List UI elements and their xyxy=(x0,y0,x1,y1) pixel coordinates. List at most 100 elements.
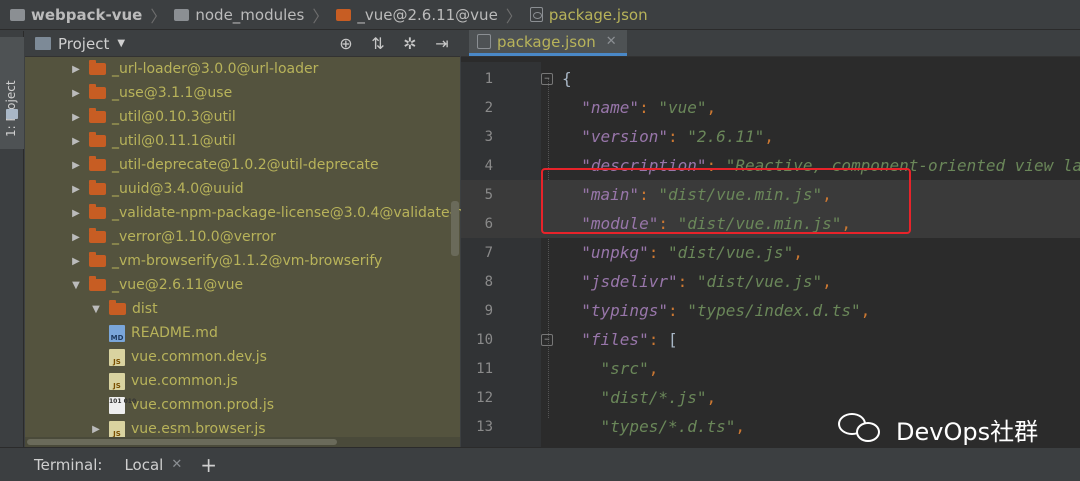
code-line[interactable]: 12 "dist/*.js", xyxy=(461,383,1080,412)
breadcrumb-vue[interactable]: _vue@2.6.11@vue xyxy=(336,5,498,24)
code-text: "files": [ xyxy=(581,330,678,349)
breadcrumb-node-modules[interactable]: node_modules xyxy=(174,6,304,24)
line-number: 12 xyxy=(476,389,493,406)
code-line[interactable]: 2 "name": "vue", xyxy=(461,93,1080,122)
tree-folder-item[interactable]: ▶ _util@0.10.3@util xyxy=(25,105,236,129)
chevron-right-icon[interactable]: ▶ xyxy=(69,88,83,99)
code-text: { xyxy=(562,69,572,88)
tree-folder-item[interactable]: ▼ _vue@2.6.11@vue xyxy=(25,273,243,297)
tree-item-label: _vue@2.6.11@vue xyxy=(112,277,244,293)
code-line[interactable]: 3 "version": "2.6.11", xyxy=(461,122,1080,151)
crosshair-icon[interactable]: ⊕ xyxy=(336,34,356,53)
chevron-right-icon[interactable]: ▶ xyxy=(69,256,83,267)
code-line[interactable]: 1 {− xyxy=(461,64,1080,93)
code-line[interactable]: 9 "typings": "types/index.d.ts", xyxy=(461,296,1080,325)
chevron-right-icon[interactable]: ▶ xyxy=(69,208,83,219)
highlight-annotation-box xyxy=(541,168,911,234)
line-number: 11 xyxy=(476,360,493,377)
code-text: "name": "vue", xyxy=(581,98,717,117)
project-panel-tools: ⊕ ⇅ ✲ ⇥ xyxy=(336,34,452,53)
line-number: 9 xyxy=(484,302,493,319)
tree-file-item[interactable]: JS vue.common.js xyxy=(25,369,238,393)
chevron-right-icon[interactable]: ▶ xyxy=(69,232,83,243)
tree-item-label: vue.common.prod.js xyxy=(131,397,275,413)
folder-icon xyxy=(89,108,106,123)
md-file-icon: MD xyxy=(109,324,125,342)
chevron-right-icon[interactable]: ▶ xyxy=(69,64,83,75)
chevron-right-icon[interactable]: ▶ xyxy=(69,184,83,195)
fold-icon[interactable]: − xyxy=(541,72,553,85)
chevron-right-icon[interactable]: ▶ xyxy=(69,160,83,171)
close-icon[interactable]: ✕ xyxy=(606,34,617,49)
chevron-right-icon[interactable]: ▶ xyxy=(89,424,103,435)
tree-folder-item[interactable]: ▶ _uuid@3.4.0@uuid xyxy=(25,177,244,201)
tree-file-item[interactable]: 101 010 vue.common.prod.js xyxy=(25,393,274,417)
chevron-right-icon: 〉 xyxy=(150,6,167,26)
close-icon[interactable]: ✕ xyxy=(171,457,182,472)
line-number: 1 xyxy=(484,70,493,87)
project-panel: Project ▼ ⊕ ⇅ ✲ ⇥ ▶ _url-loader@3.0.0@url… xyxy=(25,31,486,447)
folder-icon xyxy=(6,109,18,119)
line-number: 4 xyxy=(484,157,493,174)
chevron-down-icon[interactable]: ▼ xyxy=(69,280,83,291)
breadcrumb-label: _vue@2.6.11@vue xyxy=(357,5,498,24)
tree-item-label: _validate-npm-package-license@3.0.4@vali… xyxy=(112,205,487,221)
tree-file-item[interactable]: JS vue.common.dev.js xyxy=(25,345,267,369)
project-panel-title[interactable]: Project xyxy=(58,35,109,53)
folder-icon xyxy=(336,8,352,21)
fold-icon[interactable]: − xyxy=(541,333,553,346)
chevron-down-icon[interactable]: ▼ xyxy=(117,38,125,49)
vertical-scrollbar[interactable] xyxy=(451,201,459,256)
tree-folder-item[interactable]: ▼ dist xyxy=(25,297,158,321)
code-text: "typings": "types/index.d.ts", xyxy=(581,301,871,320)
project-tool-tab[interactable]: 1: Project xyxy=(0,37,24,149)
tree-folder-item[interactable]: ▶ _vm-browserify@1.1.2@vm-browserify xyxy=(25,249,382,273)
horizontal-scrollbar[interactable] xyxy=(25,437,460,447)
collapse-icon[interactable]: ⇅ xyxy=(368,34,388,53)
folder-icon xyxy=(89,132,106,147)
tree-item-label: _verror@1.10.0@verror xyxy=(112,229,276,245)
tree-item-label: vue.common.js xyxy=(131,373,238,389)
chevron-right-icon: 〉 xyxy=(312,6,329,26)
tree-folder-item[interactable]: ▶ _verror@1.10.0@verror xyxy=(25,225,276,249)
line-number: 6 xyxy=(484,215,493,232)
tree-item-label: _util@0.10.3@util xyxy=(112,109,236,125)
tree-item-label: _util@0.11.1@util xyxy=(112,133,236,149)
hide-icon[interactable]: ⇥ xyxy=(432,34,452,53)
line-number: 8 xyxy=(484,273,493,290)
tree-folder-item[interactable]: ▶ _util@0.11.1@util xyxy=(25,129,236,153)
code-line[interactable]: 7 "unpkg": "dist/vue.js", xyxy=(461,238,1080,267)
line-number: 13 xyxy=(476,418,493,435)
tab-package-json[interactable]: package.json ✕ xyxy=(469,30,627,56)
tree-folder-item[interactable]: ▶ _util-deprecate@1.0.2@util-deprecate xyxy=(25,153,379,177)
line-number: 3 xyxy=(484,128,493,145)
gear-icon[interactable]: ✲ xyxy=(400,34,420,53)
code-line[interactable]: 11 "src", xyxy=(461,354,1080,383)
folder-icon xyxy=(10,8,25,21)
json-file-icon xyxy=(529,7,543,22)
tree-folder-item[interactable]: ▶ _url-loader@3.0.0@url-loader xyxy=(25,57,318,81)
code-line[interactable]: 10 "files": [− xyxy=(461,325,1080,354)
chevron-down-icon[interactable]: ▼ xyxy=(89,304,103,315)
folder-icon xyxy=(89,180,106,195)
breadcrumb-label: webpack-vue xyxy=(31,5,143,24)
breadcrumb-project[interactable]: webpack-vue xyxy=(10,6,142,24)
scrollbar-thumb[interactable] xyxy=(27,439,337,445)
tab-local[interactable]: Local xyxy=(124,456,163,474)
tree-file-item[interactable]: MD README.md xyxy=(25,321,218,345)
folder-icon xyxy=(89,84,106,99)
code-line[interactable]: 8 "jsdelivr": "dist/vue.js", xyxy=(461,267,1080,296)
chevron-right-icon[interactable]: ▶ xyxy=(69,112,83,123)
tree-item-label: README.md xyxy=(131,325,218,341)
project-icon xyxy=(35,37,51,50)
folder-icon xyxy=(89,60,106,75)
add-terminal-button[interactable]: + xyxy=(200,453,217,477)
chevron-right-icon[interactable]: ▶ xyxy=(69,136,83,147)
tree-folder-item[interactable]: ▶ _validate-npm-package-license@3.0.4@val… xyxy=(25,201,486,225)
breadcrumb-file[interactable]: package.json xyxy=(529,6,648,24)
wechat-icon xyxy=(836,411,888,447)
editor: package.json ✕ 1{−2 "name": "vue", 3 "ver… xyxy=(461,30,1080,447)
tree-folder-item[interactable]: ▶ _use@3.1.1@use xyxy=(25,81,232,105)
watermark-text: DevOps社群 xyxy=(896,417,1039,446)
code-text: "src", xyxy=(600,359,659,378)
